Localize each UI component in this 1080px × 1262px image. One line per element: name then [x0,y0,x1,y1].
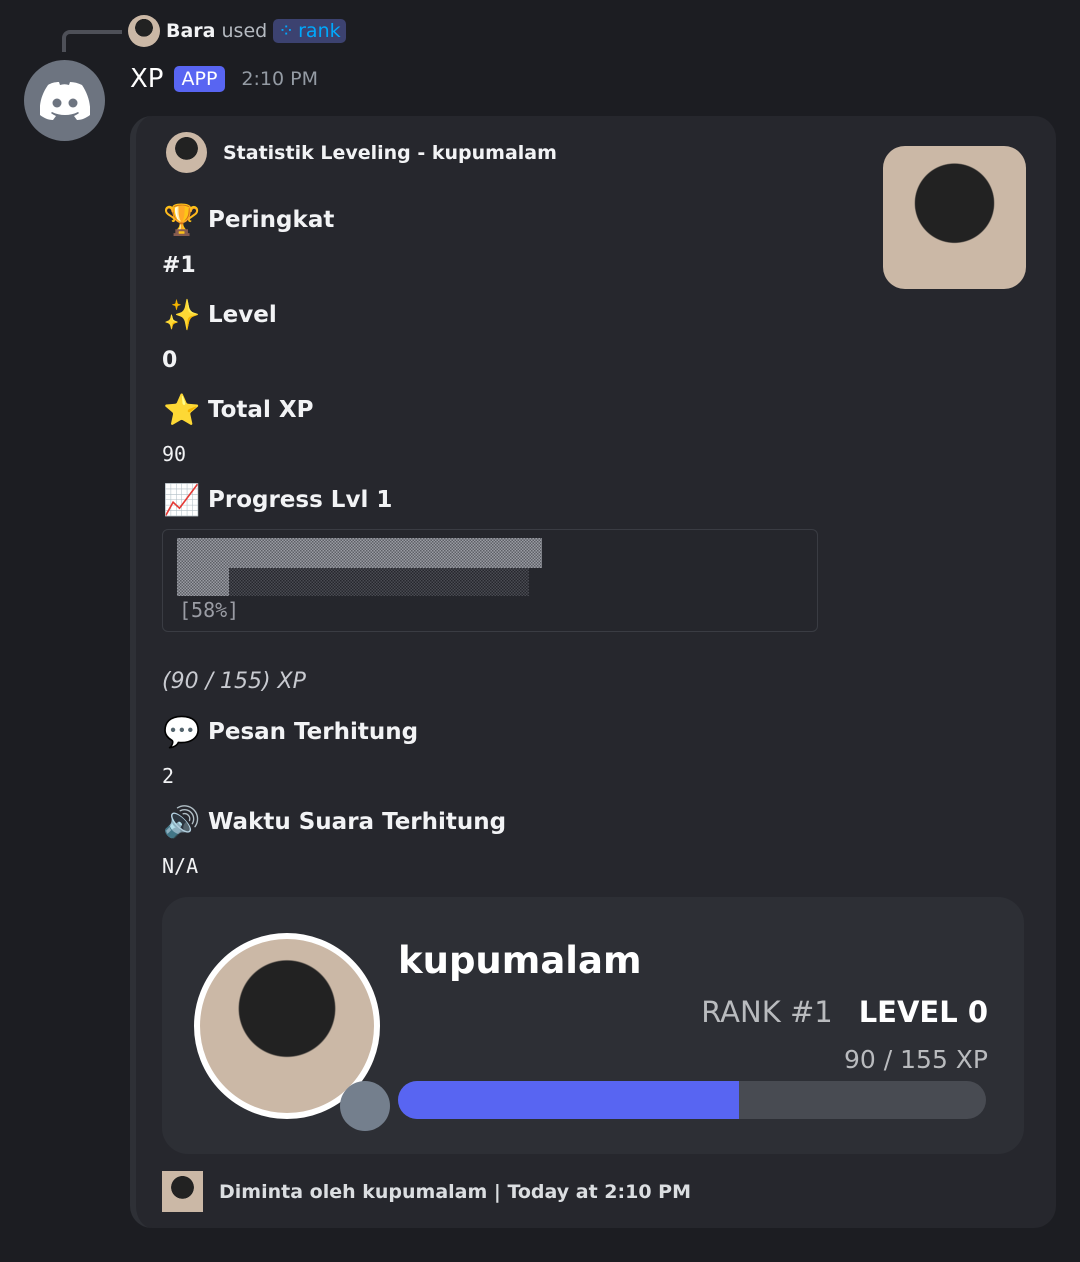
timestamp: 2:10 PM [241,68,318,90]
embed-thumbnail[interactable] [883,146,1026,289]
rank-card-image[interactable]: kupumalam RANK #1 LEVEL 0 90 / 155 XP [162,897,1024,1154]
reply-username[interactable]: Bara [166,20,216,42]
author-avatar [166,132,207,173]
command-reply: Bara used ⁘ rank [128,15,346,47]
field-waktu-suara: 🔊 Waktu Suara Terhitung [162,802,506,842]
command-name: rank [298,20,341,42]
message-header: XP APP 2:10 PM [130,64,318,94]
status-indicator [340,1081,390,1131]
field-value: N/A [162,854,199,878]
field-name: Waktu Suara Terhitung [208,809,507,835]
field-value: 0 [162,348,178,373]
discord-logo-icon [39,81,90,120]
rank-text: RANK #1 [701,995,833,1029]
field-name: Peringkat [208,207,335,233]
rank-level-row: RANK #1 LEVEL 0 [701,995,988,1029]
field-progress: 📈 Progress Lvl 1 [162,480,392,520]
command-icon: ⁘ [278,20,295,42]
command-chip[interactable]: ⁘ rank [273,19,346,43]
xp-progress-fill [398,1081,740,1119]
field-name: Total XP [208,397,314,423]
progress-percent: [58%] [179,598,240,622]
reply-connector [62,30,122,52]
field-value: 90 [162,442,187,466]
chart-increasing-icon: 📈 [163,482,201,518]
speech-balloon-icon: 💬 [163,714,201,750]
embed-author: Statistik Leveling - kupumalam [166,132,557,173]
footer-text: Diminta oleh kupumalam | Today at 2:10 P… [219,1180,691,1203]
trophy-icon: 🏆 [163,202,201,238]
xp-progress-bar [398,1081,986,1119]
progress-blocks-empty [229,568,529,596]
field-name: Pesan Terhitung [208,719,419,745]
bot-avatar[interactable] [24,60,105,141]
embed-footer: Diminta oleh kupumalam | Today at 2:10 P… [162,1171,691,1212]
star-icon: ⭐ [163,392,201,428]
field-peringkat: 🏆 Peringkat [162,200,334,240]
field-level: ✨ Level [162,295,277,335]
field-pesan: 💬 Pesan Terhitung [162,712,418,752]
xp-text: (90 / 155) XP [162,669,306,694]
embed-author-name: Statistik Leveling - kupumalam [223,141,557,164]
footer-avatar [162,1171,203,1212]
field-total-xp: ⭐ Total XP [162,390,313,430]
progress-code-block: [58%] [162,529,818,632]
field-value: 2 [162,764,175,788]
embed: Statistik Leveling - kupumalam 🏆 Peringka… [130,116,1056,1228]
level-text: LEVEL 0 [858,995,988,1029]
progress-blocks-row1 [177,538,542,568]
user-avatar[interactable] [128,15,160,47]
speaker-icon: 🔊 [163,804,201,840]
bot-name[interactable]: XP [130,64,164,94]
progress-blocks-filled [177,568,229,596]
reply-used-text: used [221,20,268,42]
rank-card-username: kupumalam [398,939,642,982]
rank-card-xp: 90 / 155 XP [844,1045,988,1074]
field-value: #1 [162,253,196,278]
app-badge: APP [173,66,226,92]
sparkles-icon: ✨ [163,297,201,333]
field-name: Progress Lvl 1 [208,487,393,513]
field-name: Level [208,302,277,328]
